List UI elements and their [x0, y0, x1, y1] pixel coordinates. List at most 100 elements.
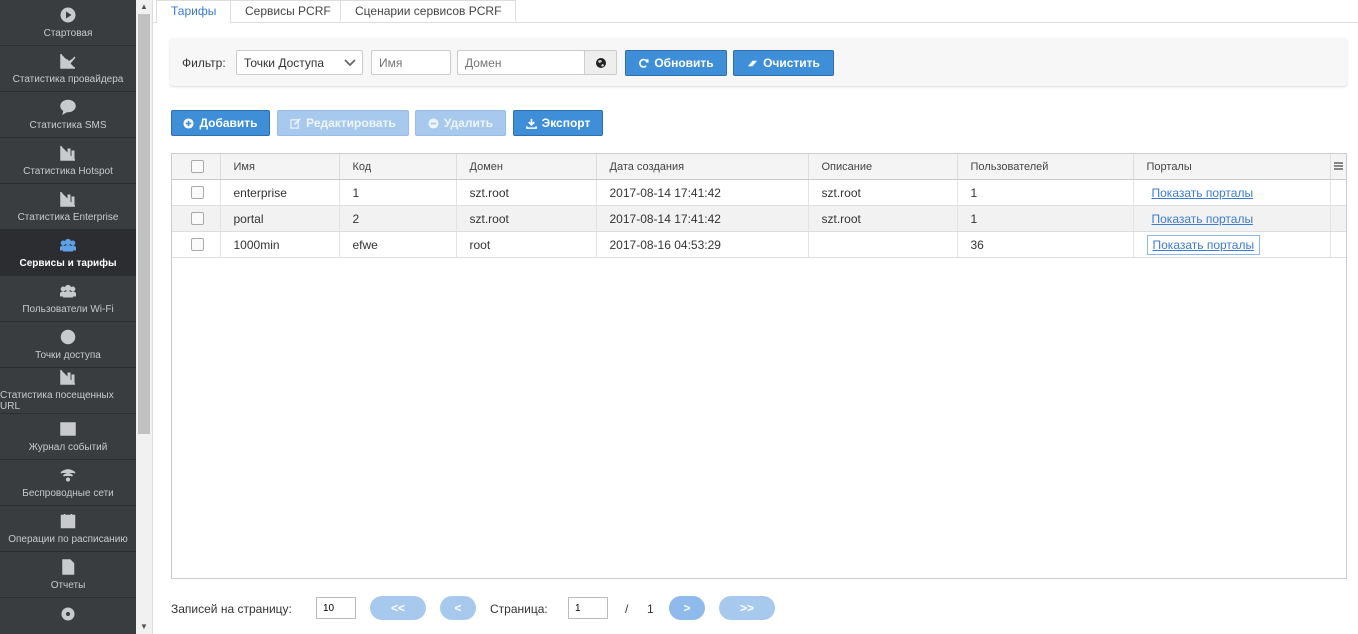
- tariffs-table: Имя Код Домен Дата создания Описание Пол…: [171, 153, 1347, 579]
- sidebar-item-wireless-networks[interactable]: Беспроводные сети: [0, 460, 136, 506]
- refresh-label: Обновить: [654, 56, 714, 70]
- pagination: Записей на страницу: << < Страница: / 1 …: [171, 596, 871, 622]
- scroll-down-arrow-icon[interactable]: ▼: [140, 622, 148, 631]
- edit-label: Редактировать: [306, 116, 396, 130]
- sidebar-item-hotspot-stats[interactable]: Статистика Hotspot: [0, 138, 136, 184]
- cell-description: szt.root: [808, 179, 958, 206]
- row-checkbox[interactable]: [191, 186, 204, 199]
- settings-icon: [61, 607, 75, 621]
- first-page-button[interactable]: <<: [370, 596, 426, 620]
- sidebar-item-start[interactable]: Стартовая: [0, 0, 136, 46]
- refresh-button[interactable]: Обновить: [625, 50, 727, 76]
- sidebar-item-enterprise-stats[interactable]: Статистика Enterprise: [0, 184, 136, 230]
- sidebar-item-label: Точки доступа: [35, 349, 101, 361]
- bar-chart-icon: [60, 191, 75, 207]
- column-menu-button[interactable]: [1330, 154, 1346, 180]
- last-page-button[interactable]: >>: [719, 596, 775, 620]
- tab-pcrf-services[interactable]: Сервисы PCRF: [230, 0, 346, 21]
- clear-button[interactable]: Очистить: [733, 50, 834, 76]
- sidebar-item-label: Операции по расписанию: [8, 533, 128, 545]
- delete-button[interactable]: Удалить: [415, 110, 506, 136]
- scroll-up-arrow-icon[interactable]: ▲: [140, 2, 148, 11]
- users-icon: [60, 284, 76, 297]
- cell-created: 2017-08-14 17:41:42: [596, 205, 809, 232]
- sidebar-item-provider-stats[interactable]: Статистика провайдера: [0, 46, 136, 92]
- cell-description: szt.root: [808, 205, 958, 232]
- sidebar-scrollbar[interactable]: ▲ ▼: [136, 0, 153, 634]
- cell-portals: Показать порталы: [1133, 179, 1331, 206]
- sidebar-item-label: Беспроводные сети: [22, 487, 114, 499]
- sidebar-item-sms-stats[interactable]: Статистика SMS: [0, 92, 136, 138]
- add-button[interactable]: Добавить: [171, 110, 270, 136]
- sidebar-item-more[interactable]: [0, 598, 136, 634]
- wifi-icon: [60, 468, 76, 482]
- domain-filter-input[interactable]: [457, 50, 585, 75]
- column-header-code[interactable]: Код: [339, 154, 457, 180]
- name-filter-input[interactable]: [371, 50, 451, 75]
- cell-code: 2: [339, 205, 457, 232]
- sidebar-item-event-log[interactable]: Журнал событий: [0, 414, 136, 460]
- export-label: Экспорт: [541, 116, 591, 130]
- sidebar-item-label: Сервисы и тарифы: [19, 257, 117, 269]
- row-checkbox-cell[interactable]: [172, 231, 221, 258]
- table-row[interactable]: enterprise 1 szt.root 2017-08-14 17:41:4…: [172, 179, 1346, 206]
- show-portals-link[interactable]: Показать порталы: [1147, 184, 1259, 202]
- cell-domain: root: [456, 231, 597, 258]
- show-portals-link[interactable]: Показать порталы: [1146, 234, 1261, 255]
- cell-portals: Показать порталы: [1133, 205, 1331, 232]
- row-checkbox[interactable]: [191, 238, 204, 251]
- prev-page-button[interactable]: <: [440, 596, 476, 620]
- table-row[interactable]: portal 2 szt.root 2017-08-14 17:41:42 sz…: [172, 205, 1346, 232]
- next-page-button[interactable]: >: [669, 596, 705, 620]
- calendar-x-icon: [60, 513, 76, 528]
- per-page-input[interactable]: [316, 597, 356, 619]
- minus-circle-icon: [428, 117, 439, 129]
- sidebar-item-label: Отчеты: [50, 579, 86, 591]
- table-icon: [60, 421, 76, 436]
- chevron-down-icon: [344, 59, 356, 67]
- cell-filler: [1330, 179, 1346, 206]
- document-icon: [62, 558, 75, 575]
- cell-code: efwe: [339, 231, 457, 258]
- row-checkbox-cell[interactable]: [172, 205, 221, 232]
- sidebar-item-label: Пользователи Wi-Fi: [22, 303, 114, 315]
- show-portals-link[interactable]: Показать порталы: [1147, 210, 1259, 228]
- sidebar-item-label: Статистика Enterprise: [17, 211, 119, 223]
- cell-users: 1: [957, 179, 1134, 206]
- scrollbar-thumb[interactable]: [138, 14, 150, 434]
- filter-type-select[interactable]: Точки Доступа: [236, 50, 363, 75]
- sidebar-item-scheduled-ops[interactable]: Операции по расписанию: [0, 506, 136, 552]
- select-all-checkbox[interactable]: [191, 160, 204, 173]
- column-header-domain[interactable]: Домен: [456, 154, 597, 180]
- sidebar-item-wifi-users[interactable]: Пользователи Wi-Fi: [0, 276, 136, 322]
- download-icon: [525, 118, 537, 129]
- row-checkbox[interactable]: [191, 212, 204, 225]
- edit-button[interactable]: Редактировать: [277, 110, 409, 136]
- bar-chart-icon: [60, 145, 75, 161]
- cell-created: 2017-08-14 17:41:42: [596, 179, 809, 206]
- column-header-created[interactable]: Дата создания: [596, 154, 809, 180]
- sidebar-item-url-stats[interactable]: Статистика посещенных URL: [0, 368, 136, 414]
- sidebar-item-services-tariffs[interactable]: Сервисы и тарифы: [0, 230, 136, 276]
- sidebar-item-access-points[interactable]: Точки доступа: [0, 322, 136, 368]
- sidebar-item-label: Статистика Hotspot: [23, 165, 113, 177]
- cell-filler: [1330, 231, 1346, 258]
- line-chart-icon: [60, 53, 76, 69]
- column-header-description[interactable]: Описание: [808, 154, 958, 180]
- domain-picker-button[interactable]: [584, 50, 617, 75]
- page-input[interactable]: [568, 597, 608, 619]
- filter-bar: Фильтр: Точки Доступа Обновить Очистить: [170, 38, 1347, 86]
- column-header-users[interactable]: Пользователей: [957, 154, 1134, 180]
- column-header-portals[interactable]: Порталы: [1133, 154, 1331, 180]
- tab-pcrf-scenarios[interactable]: Сценарии сервисов PCRF: [340, 0, 517, 21]
- table-row[interactable]: 1000min efwe root 2017-08-16 04:53:29 36…: [172, 231, 1346, 258]
- column-header-name[interactable]: Имя: [220, 154, 340, 180]
- filter-type-value: Точки Доступа: [244, 56, 325, 70]
- sidebar-item-reports[interactable]: Отчеты: [0, 552, 136, 598]
- sidebar-item-label: Статистика провайдера: [12, 73, 124, 85]
- tab-tariffs[interactable]: Тарифы: [156, 0, 232, 23]
- users-icon: [60, 238, 76, 251]
- export-button[interactable]: Экспорт: [513, 110, 603, 136]
- select-all-checkbox-cell[interactable]: [172, 154, 221, 180]
- row-checkbox-cell[interactable]: [172, 179, 221, 206]
